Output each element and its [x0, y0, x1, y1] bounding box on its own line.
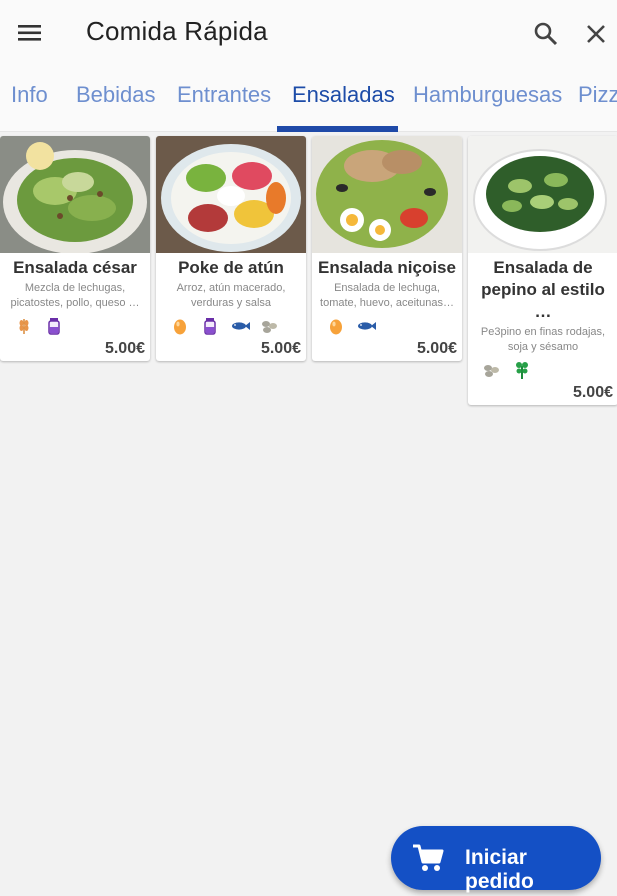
soy-icon: [262, 321, 277, 333]
fish-icon: [232, 322, 250, 330]
product-title: Ensalada césar: [13, 258, 137, 277]
product-description: Ensalada de lechuga, tomate, huevo, acei…: [320, 282, 454, 309]
active-tab-indicator: [277, 126, 398, 132]
menu-icon[interactable]: [14, 18, 48, 48]
product-price: 5.00€: [416, 340, 457, 357]
tab-entrantes[interactable]: Entrantes: [177, 82, 271, 108]
allergen-list: [468, 355, 617, 381]
cart-icon: [413, 844, 444, 871]
start-order-label: Iniciar pedido: [465, 846, 534, 893]
milk-icon: [204, 318, 216, 335]
tab-info[interactable]: Info: [11, 82, 48, 108]
product-card-poke-de-atun[interactable]: Poke de atún Arroz, atún macerado, verdu…: [156, 136, 306, 361]
allergen-list: [156, 311, 306, 337]
tab-hamburguesas[interactable]: Hamburguesas: [413, 82, 562, 108]
product-description: Arroz, atún macerado, verduras y salsa: [176, 282, 286, 309]
page-title: Comida Rápida: [86, 16, 268, 46]
product-price: 5.00€: [104, 340, 145, 357]
tab-ensaladas[interactable]: Ensaladas: [292, 82, 395, 108]
egg-icon: [330, 319, 342, 335]
product-image: [156, 136, 306, 253]
tab-pizzas[interactable]: Pizzas: [578, 82, 617, 108]
start-order-button[interactable]: Iniciar pedido: [391, 826, 601, 893]
milk-icon: [48, 318, 60, 335]
product-card-ensalada-cesar[interactable]: Ensalada césar Mezcla de lechugas, picat…: [0, 136, 150, 361]
allergen-list: [312, 311, 462, 337]
category-tabs: Info Bebidas Entrantes Ensaladas Hamburg…: [0, 66, 617, 132]
product-price: 5.00€: [260, 340, 301, 357]
tab-bebidas[interactable]: Bebidas: [76, 82, 156, 108]
search-icon[interactable]: [530, 18, 562, 50]
egg-icon: [174, 319, 186, 335]
product-image: [0, 136, 150, 253]
product-title: Poke de atún: [178, 258, 284, 277]
product-description: Mezcla de lechugas, picatostes, pollo, q…: [10, 282, 140, 309]
product-description: Pe3pino en finas rodajas, soja y sésamo: [480, 326, 606, 353]
gluten-icon: [19, 319, 29, 334]
product-title: Ensalada de pepino al estilo …: [481, 258, 605, 321]
fish-icon: [358, 322, 376, 330]
product-title: Ensalada niçoise: [318, 258, 456, 277]
product-image: [468, 136, 617, 253]
app-bar: Comida Rápida: [0, 0, 617, 66]
close-icon[interactable]: [580, 18, 612, 50]
product-price: 5.00€: [572, 384, 613, 401]
product-card-ensalada-nicoise[interactable]: Ensalada niçoise Ensalada de lechuga, to…: [312, 136, 462, 361]
product-card-ensalada-de-pepino[interactable]: Ensalada de pepino al estilo … Pe3pino e…: [468, 136, 617, 405]
product-image: [312, 136, 462, 253]
soy-icon: [484, 365, 499, 377]
celery-icon: [516, 362, 528, 379]
allergen-list: [0, 311, 150, 337]
